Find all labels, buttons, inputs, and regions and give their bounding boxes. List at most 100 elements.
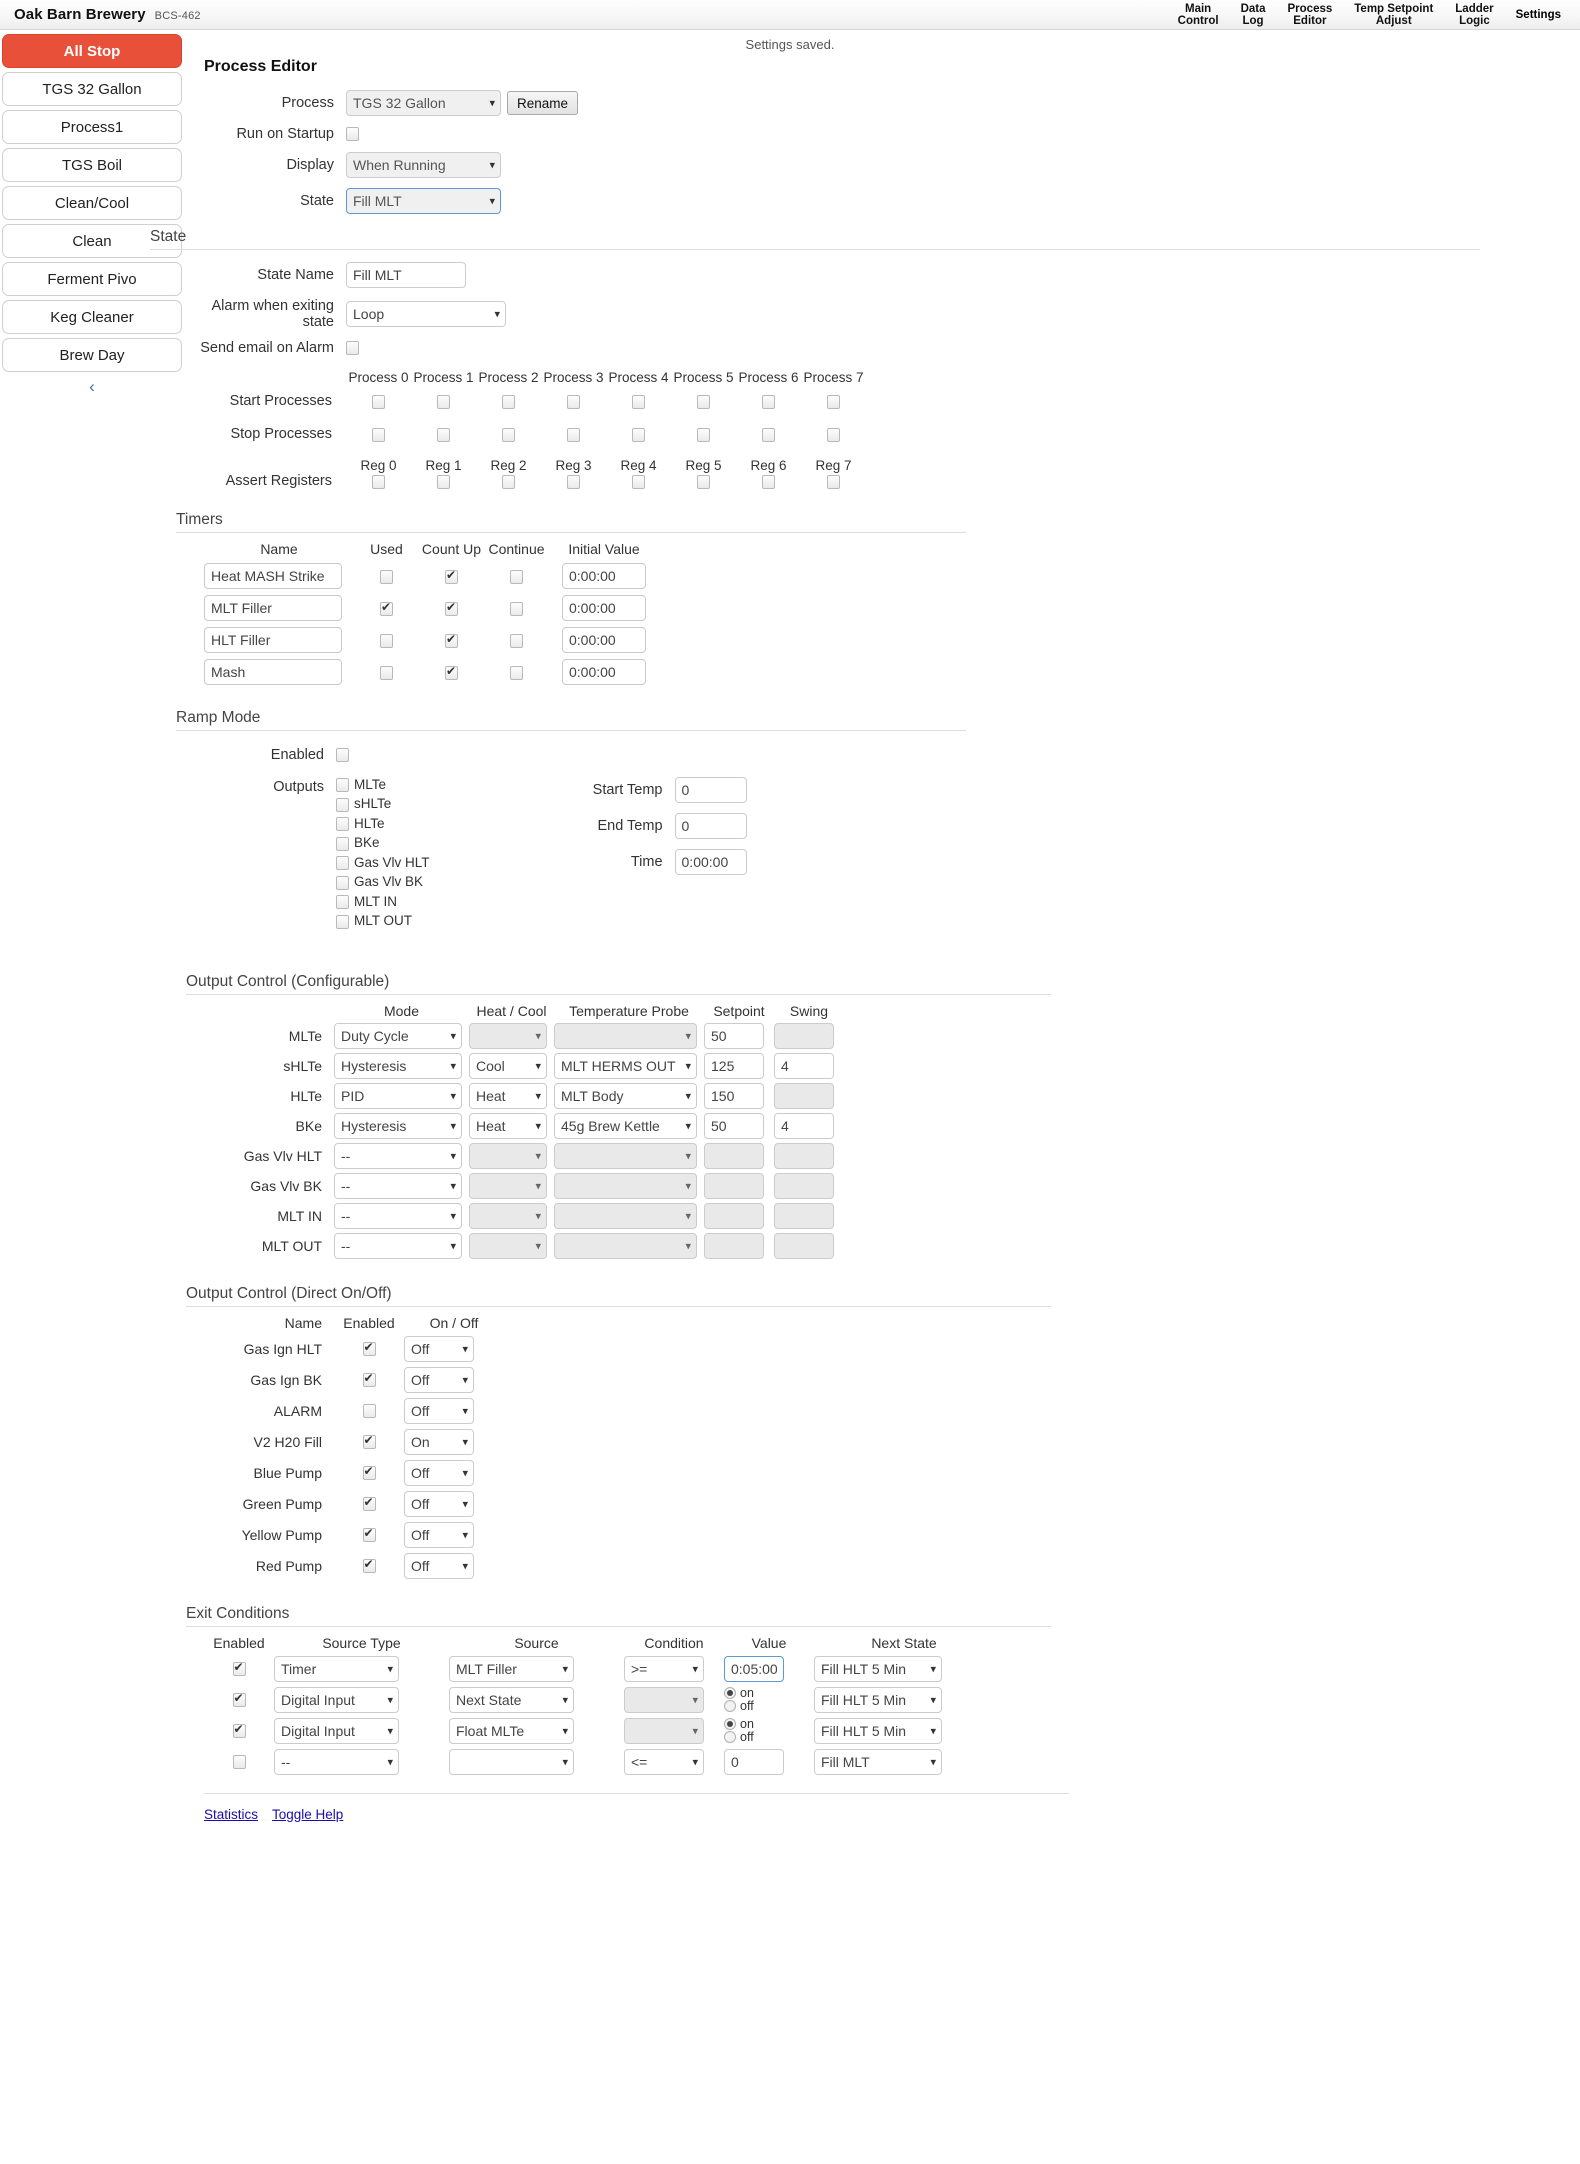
timer-name-input[interactable]	[204, 595, 342, 621]
oc-direct-onoff-select[interactable]: On	[404, 1428, 474, 1455]
ramp-output-mlte[interactable]: MLTe	[336, 777, 430, 793]
ramp-time-input[interactable]	[674, 849, 747, 875]
exit-condition-enabled-checkbox[interactable]	[232, 1755, 246, 1770]
ramp-output-shlte[interactable]: sHLTe	[336, 796, 430, 812]
assert-register-checkbox[interactable]	[437, 474, 450, 489]
oc-heatcool-select[interactable]	[469, 1142, 547, 1169]
exit-condition-next-state-select[interactable]: Fill MLT	[814, 1748, 942, 1775]
oc-setpoint-input[interactable]	[704, 1052, 764, 1079]
timer-name-input[interactable]	[204, 627, 342, 653]
timer-countup-checkbox[interactable]	[445, 632, 458, 648]
oc-heatcool-select[interactable]: Heat	[469, 1112, 547, 1139]
timer-continue-checkbox[interactable]	[510, 569, 523, 584]
nav-item-temp setpoint-adjust[interactable]: Temp Setpoint Adjust	[1343, 3, 1444, 27]
send-email-checkbox[interactable]	[346, 341, 359, 355]
oc-setpoint-input[interactable]	[704, 1142, 764, 1169]
timer-countup-checkbox[interactable]	[445, 664, 458, 680]
stop-process-checkbox[interactable]	[697, 427, 710, 442]
state-name-input[interactable]	[346, 262, 466, 288]
timer-initial-value-input[interactable]	[562, 595, 646, 621]
ramp-output-checkbox[interactable]	[336, 856, 349, 871]
oc-swing-input[interactable]	[774, 1172, 834, 1199]
sidebar-item-tgs-boil[interactable]: TGS Boil	[2, 148, 182, 182]
exit-condition-next-state-select[interactable]: Fill HLT 5 Min	[814, 1655, 942, 1682]
exit-condition-condition-select[interactable]	[624, 1686, 704, 1713]
sidebar-item-keg-cleaner[interactable]: Keg Cleaner	[2, 300, 182, 334]
oc-swing-input[interactable]	[774, 1022, 834, 1049]
assert-register-checkbox[interactable]	[762, 474, 775, 489]
oc-heatcool-select[interactable]: Heat	[469, 1082, 547, 1109]
exit-condition-value-input[interactable]	[724, 1748, 784, 1775]
ramp-output-gas-vlv-hlt[interactable]: Gas Vlv HLT	[336, 855, 430, 871]
timer-used-checkbox[interactable]	[380, 600, 393, 616]
oc-probe-select[interactable]	[554, 1172, 697, 1199]
oc-setpoint-input[interactable]	[704, 1112, 764, 1139]
run-on-startup-checkbox[interactable]	[346, 127, 359, 141]
timer-initial-value-input[interactable]	[562, 659, 646, 685]
timer-name-input[interactable]	[204, 659, 342, 685]
footer-link-statistics[interactable]: Statistics	[204, 1807, 258, 1822]
oc-swing-input[interactable]	[774, 1052, 834, 1079]
stop-process-checkbox[interactable]	[502, 427, 515, 442]
sidebar-item-brew-day[interactable]: Brew Day	[2, 338, 182, 372]
exit-condition-condition-select[interactable]: <=	[624, 1748, 704, 1775]
oc-setpoint-input[interactable]	[704, 1172, 764, 1199]
oc-direct-enabled-checkbox[interactable]	[362, 1404, 376, 1419]
oc-heatcool-select[interactable]	[469, 1172, 547, 1199]
start-process-checkbox[interactable]	[567, 394, 580, 409]
assert-register-checkbox[interactable]	[697, 474, 710, 489]
timer-initial-value-input[interactable]	[562, 627, 646, 653]
sidebar-collapse-chevron-left-icon[interactable]: ‹	[2, 378, 182, 396]
oc-direct-enabled-checkbox[interactable]	[362, 1340, 376, 1357]
ramp-output-checkbox[interactable]	[336, 836, 349, 851]
oc-direct-enabled-checkbox[interactable]	[362, 1371, 376, 1388]
oc-mode-select[interactable]: PID	[334, 1082, 462, 1109]
oc-setpoint-input[interactable]	[704, 1202, 764, 1229]
exit-condition-source-type-select[interactable]: Timer	[274, 1655, 399, 1682]
ramp-output-checkbox[interactable]	[336, 895, 349, 910]
oc-swing-input[interactable]	[774, 1142, 834, 1169]
stop-process-checkbox[interactable]	[372, 427, 385, 442]
timer-used-checkbox[interactable]	[380, 633, 393, 648]
sidebar-item-process1[interactable]: Process1	[2, 110, 182, 144]
oc-probe-select[interactable]	[554, 1142, 697, 1169]
exit-condition-on-radio[interactable]	[724, 1718, 736, 1730]
oc-mode-select[interactable]: Duty Cycle	[334, 1022, 462, 1049]
ramp-output-checkbox[interactable]	[336, 875, 349, 890]
exit-condition-enabled-checkbox[interactable]	[232, 1722, 246, 1739]
oc-mode-select[interactable]: Hysteresis	[334, 1112, 462, 1139]
oc-heatcool-select[interactable]	[469, 1022, 547, 1049]
oc-direct-enabled-checkbox[interactable]	[362, 1433, 376, 1450]
stop-process-checkbox[interactable]	[827, 427, 840, 442]
oc-swing-input[interactable]	[774, 1112, 834, 1139]
start-process-checkbox[interactable]	[762, 394, 775, 409]
oc-swing-input[interactable]	[774, 1202, 834, 1229]
exit-condition-condition-select[interactable]: >=	[624, 1655, 704, 1682]
stop-process-checkbox[interactable]	[567, 427, 580, 442]
start-process-checkbox[interactable]	[372, 394, 385, 409]
oc-probe-select[interactable]: MLT Body	[554, 1082, 697, 1109]
start-process-checkbox[interactable]	[502, 394, 515, 409]
timer-countup-checkbox[interactable]	[445, 568, 458, 584]
nav-item-process-editor[interactable]: Process Editor	[1277, 3, 1344, 27]
oc-direct-onoff-select[interactable]: Off	[404, 1459, 474, 1486]
sidebar-item-tgs-32-gallon[interactable]: TGS 32 Gallon	[2, 72, 182, 106]
oc-heatcool-select[interactable]	[469, 1202, 547, 1229]
oc-probe-select[interactable]	[554, 1022, 697, 1049]
oc-direct-enabled-checkbox[interactable]	[362, 1464, 376, 1481]
assert-register-checkbox[interactable]	[632, 474, 645, 489]
oc-setpoint-input[interactable]	[704, 1082, 764, 1109]
process-select[interactable]: TGS 32 Gallon	[346, 90, 501, 116]
start-process-checkbox[interactable]	[827, 394, 840, 409]
start-process-checkbox[interactable]	[437, 394, 450, 409]
state-select[interactable]: Fill MLT	[346, 188, 501, 214]
sidebar-item-clean-cool[interactable]: Clean/Cool	[2, 186, 182, 220]
ramp-output-mlt-out[interactable]: MLT OUT	[336, 913, 430, 929]
oc-swing-input[interactable]	[774, 1232, 834, 1259]
oc-direct-onoff-select[interactable]: Off	[404, 1366, 474, 1393]
exit-condition-off-radio[interactable]	[724, 1700, 736, 1712]
exit-condition-on-radio[interactable]	[724, 1687, 736, 1699]
nav-item-data-log[interactable]: Data Log	[1230, 3, 1277, 27]
ramp-output-mlt-in[interactable]: MLT IN	[336, 894, 430, 910]
oc-probe-select[interactable]: MLT HERMS OUT	[554, 1052, 697, 1079]
